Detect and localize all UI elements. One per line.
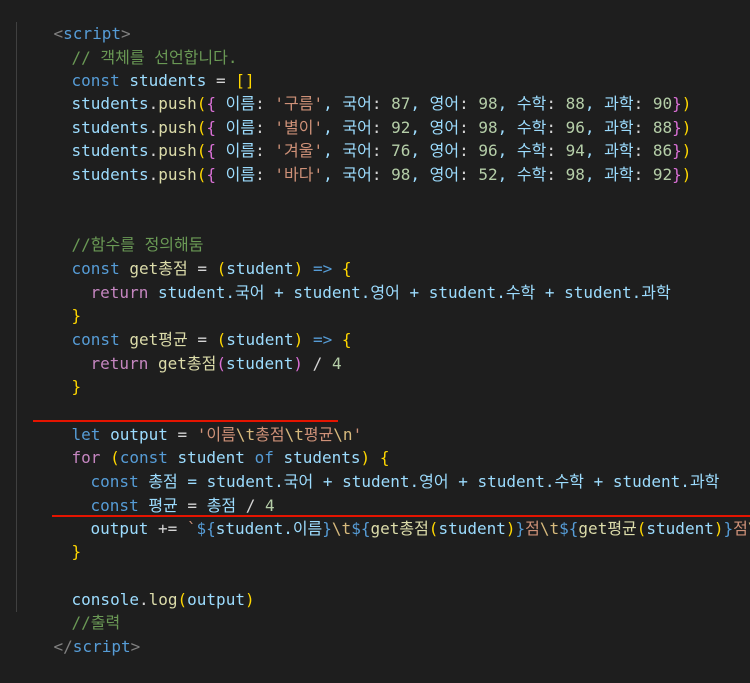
dot: .: [138, 590, 149, 609]
code-line-5: students.push({ 이름: '별이', 국어: 92, 영어: 98…: [33, 92, 692, 137]
method: log: [148, 590, 178, 609]
code-line-11: const get총점 = (student) => {: [33, 233, 352, 278]
brace: {: [341, 330, 352, 349]
number: 98: [565, 165, 585, 184]
code-line-2: // 객체를 선언합니다.: [33, 22, 238, 67]
colon: :: [633, 165, 653, 184]
interp-close: }: [322, 519, 332, 538]
code-line-15: return get총점(student) / 4: [52, 328, 342, 373]
colon: :: [255, 165, 275, 184]
backtick: `: [186, 519, 197, 538]
paren: ): [505, 519, 516, 538]
paren: (: [216, 354, 226, 373]
dot: .: [148, 165, 159, 184]
function-call: get평균: [578, 519, 637, 538]
code-line-14: const get평균 = (student) => {: [33, 304, 352, 349]
tag-open-bracket: </: [53, 637, 73, 656]
number: 4: [331, 354, 342, 373]
arg: student: [225, 354, 294, 373]
code-line-20: const 총점 = student.국어 + student.영어 + stu…: [52, 446, 720, 491]
brace: }: [71, 377, 82, 396]
code-line-10: //함수를 정의해둠: [33, 209, 204, 254]
escape: \t: [331, 519, 352, 538]
object: students: [71, 165, 149, 184]
string: 점: [733, 519, 748, 538]
code-line-4: students.push({ 이름: '구름', 국어: 87, 영어: 98…: [33, 68, 692, 113]
code-line-25: console.log(output): [33, 564, 255, 609]
code-line-21: const 평균 = 총점 / 4: [52, 470, 275, 515]
keyword: return: [90, 354, 149, 373]
paren: (: [196, 165, 207, 184]
paren: (: [636, 519, 647, 538]
code-line-26: //출력: [33, 587, 121, 632]
method: push: [158, 165, 197, 184]
key: 이름: [216, 165, 256, 184]
function-call: get총점: [370, 519, 429, 538]
key: , 영어: [410, 165, 460, 184]
code-line-6: students.push({ 이름: '겨울', 국어: 76, 영어: 96…: [33, 115, 692, 160]
interp-open: ${: [196, 519, 216, 538]
string: '바다': [274, 165, 324, 184]
code-line-3: const students = []: [33, 45, 255, 90]
error-squiggle: [52, 515, 750, 517]
paren: ): [681, 165, 692, 184]
code-line-16: }: [33, 351, 82, 396]
escape: \t: [539, 519, 560, 538]
code-line-27: </script>: [15, 611, 141, 656]
interp-open: ${: [559, 519, 579, 538]
indent-guide: [16, 22, 17, 612]
arg: student: [646, 519, 714, 538]
number: 92: [652, 165, 673, 184]
key: , 수학: [497, 165, 547, 184]
interp-open: ${: [351, 519, 371, 538]
paren: (: [428, 519, 439, 538]
interp-close: }: [723, 519, 734, 538]
brace: {: [206, 165, 217, 184]
arg: output: [187, 590, 245, 609]
interp-close: }: [515, 519, 526, 538]
operator: +=: [148, 519, 187, 538]
paren: (: [177, 590, 188, 609]
string: 점: [525, 519, 540, 538]
code-line-7: students.push({ 이름: '바다', 국어: 98, 영어: 52…: [33, 139, 692, 184]
function-call: get총점: [148, 354, 217, 373]
number: 52: [478, 165, 498, 184]
key: , 국어: [323, 165, 372, 184]
number: 98: [391, 165, 411, 184]
code-line-22: output += `${student.이름}\t${get총점(studen…: [52, 493, 750, 538]
variable: output: [90, 519, 149, 538]
colon: :: [546, 165, 566, 184]
operator: /: [303, 354, 332, 373]
code-line-12: return student.국어 + student.영어 + student…: [52, 257, 671, 302]
key: , 과학: [584, 165, 634, 184]
code-line-1: <script>: [15, 0, 131, 43]
arg: student: [438, 519, 506, 538]
code-line-19: for (const student of students) {: [33, 422, 390, 467]
keyword: return: [90, 283, 149, 302]
code-editor[interactable]: <script> // 객체를 선언합니다. const students = …: [0, 0, 750, 656]
code-line-13: }: [33, 280, 82, 325]
paren: ): [244, 590, 255, 609]
brace: }: [672, 165, 682, 184]
paren: ): [293, 354, 304, 373]
tag-name: script: [72, 637, 131, 656]
code-line-23: }: [33, 516, 82, 561]
expression: student.국어 + student.영어 + student.수학 + s…: [148, 283, 671, 302]
brace: }: [71, 542, 82, 561]
colon: :: [459, 165, 479, 184]
tag-close-bracket: >: [130, 637, 141, 656]
expression: student.이름: [215, 519, 323, 538]
colon: :: [371, 165, 392, 184]
